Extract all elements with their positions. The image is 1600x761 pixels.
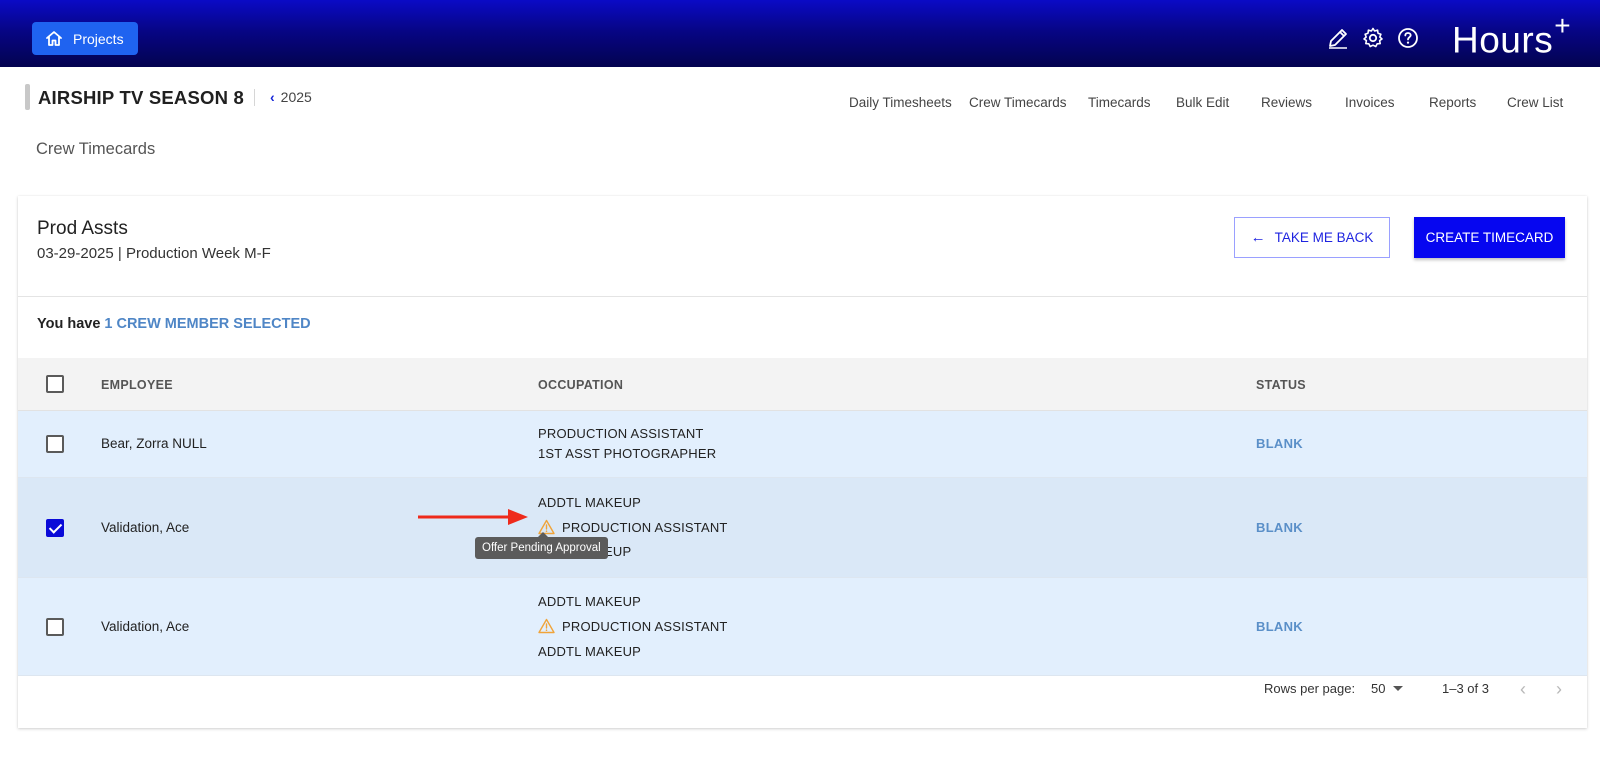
column-header-employee[interactable]: EMPLOYEE xyxy=(101,378,173,392)
projects-button-label: Projects xyxy=(73,30,124,47)
occupation-line: PRODUCTION ASSISTANT xyxy=(538,519,728,535)
nav-crew-timecards[interactable]: Crew Timecards xyxy=(969,95,1067,110)
status-badge[interactable]: BLANK xyxy=(1256,520,1303,535)
nav-invoices[interactable]: Invoices xyxy=(1345,95,1395,110)
occupation-line: 1ST ASST PHOTOGRAPHER xyxy=(538,446,717,461)
take-me-back-button[interactable]: ← TAKE ME BACK xyxy=(1234,217,1390,258)
nav-crew-list[interactable]: Crew List xyxy=(1507,95,1563,110)
occupation-line: PRODUCTION ASSISTANT xyxy=(538,426,704,441)
nav-daily-timesheets[interactable]: Daily Timesheets xyxy=(849,95,952,110)
row-checkbox[interactable] xyxy=(46,435,64,453)
occupation-line: PRODUCTION ASSISTANT xyxy=(538,618,728,634)
top-app-bar: Projects Hours+ xyxy=(0,0,1600,67)
project-marker xyxy=(25,84,30,110)
table-row[interactable]: Bear, Zorra NULL PRODUCTION ASSISTANT 1S… xyxy=(18,411,1587,478)
help-icon[interactable] xyxy=(1396,26,1420,50)
rows-per-page-value: 50 xyxy=(1371,681,1386,696)
select-all-checkbox[interactable] xyxy=(46,375,64,393)
warning-icon[interactable] xyxy=(538,618,555,634)
divider xyxy=(254,89,255,106)
column-header-status[interactable]: STATUS xyxy=(1256,378,1306,392)
home-icon xyxy=(46,31,62,46)
nav-reviews[interactable]: Reviews xyxy=(1261,95,1312,110)
occupation-line: ADDTL MAKEUP xyxy=(538,644,642,659)
table-row[interactable]: Validation, Ace ADDTL MAKEUP PRODUCTION … xyxy=(18,578,1587,676)
chevron-left-icon[interactable]: ‹ xyxy=(1520,679,1526,700)
selection-count[interactable]: 1 CREW MEMBER SELECTED xyxy=(104,316,310,332)
occupation-text: PRODUCTION ASSISTANT xyxy=(562,519,728,535)
occupation-line: ADDTL MAKEUP xyxy=(538,495,642,510)
nav-reports[interactable]: Reports xyxy=(1429,95,1476,110)
nav-timecards[interactable]: Timecards xyxy=(1088,95,1151,110)
occupation-line: ADDTL MAKEUP xyxy=(538,594,642,609)
group-title: Prod Assts xyxy=(37,218,128,239)
projects-button[interactable]: Projects xyxy=(32,22,138,55)
status-badge[interactable]: BLANK xyxy=(1256,436,1303,451)
pagination-range: 1–3 of 3 xyxy=(1442,681,1489,696)
brand-logo: Hours+ xyxy=(1452,10,1572,61)
year-label: 2025 xyxy=(280,89,312,105)
selection-prefix: You have xyxy=(37,316,101,332)
pencil-icon[interactable] xyxy=(1326,26,1350,50)
timecard-panel: Prod Assts 03-29-2025 | Production Week … xyxy=(18,196,1587,728)
employee-name: Validation, Ace xyxy=(101,520,190,535)
occupation-line-partial: EUP xyxy=(604,544,632,559)
row-checkbox[interactable] xyxy=(46,618,64,636)
rows-per-page-label: Rows per page: xyxy=(1264,681,1356,696)
page-title: Crew Timecards xyxy=(36,140,156,158)
occupation-text: PRODUCTION ASSISTANT xyxy=(562,618,728,634)
table-row[interactable]: Validation, Ace ADDTL MAKEUP PRODUCTION … xyxy=(18,478,1587,578)
rows-per-page-select[interactable]: 50 xyxy=(1371,681,1404,696)
chevron-right-icon[interactable]: › xyxy=(1556,679,1562,700)
year-back-link[interactable]: ‹ 2025 xyxy=(270,89,312,105)
status-badge[interactable]: BLANK xyxy=(1256,619,1303,634)
week-subtitle: 03-29-2025 | Production Week M-F xyxy=(37,245,271,262)
column-header-occupation[interactable]: OCCUPATION xyxy=(538,378,623,392)
create-timecard-label: CREATE TIMECARD xyxy=(1425,230,1554,245)
caret-down-icon xyxy=(1393,686,1404,691)
project-title: AIRSHIP TV SEASON 8 xyxy=(38,87,244,108)
annotation-arrow-icon xyxy=(418,509,528,525)
gear-icon[interactable] xyxy=(1361,26,1385,50)
employee-name: Bear, Zorra NULL xyxy=(101,436,207,451)
row-checkbox[interactable] xyxy=(46,519,64,537)
create-timecard-button[interactable]: CREATE TIMECARD xyxy=(1414,217,1565,258)
selection-summary: You have 1 CREW MEMBER SELECTED xyxy=(37,316,311,332)
chevron-left-icon: ‹ xyxy=(270,89,275,105)
tooltip: Offer Pending Approval xyxy=(475,532,608,559)
divider xyxy=(18,296,1587,297)
table-header: EMPLOYEE OCCUPATION STATUS xyxy=(18,358,1587,411)
take-me-back-label: TAKE ME BACK xyxy=(1274,230,1374,245)
nav-bulk-edit[interactable]: Bulk Edit xyxy=(1176,95,1229,110)
employee-name: Validation, Ace xyxy=(101,619,190,634)
arrow-left-icon: ← xyxy=(1250,229,1266,246)
